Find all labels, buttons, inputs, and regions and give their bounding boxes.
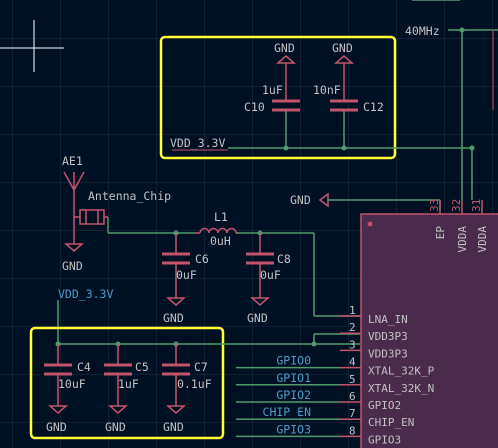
chip-pin1-marker	[367, 221, 373, 227]
chip-pin-name: XTAL_32K_P	[368, 365, 435, 378]
c4-value: 10uF	[58, 377, 86, 391]
c7-value: 0.1uF	[177, 377, 212, 391]
net-label: GPIO2	[276, 388, 311, 402]
gnd-label-c10: GND	[274, 41, 295, 55]
chip-top-pin-name: EP	[434, 226, 447, 240]
c7-ref: C7	[194, 360, 208, 374]
c4-ref: C4	[77, 360, 91, 374]
junction	[341, 145, 347, 151]
vdd-net-label-top: VDD_3.3V	[170, 136, 225, 150]
chip-pin-number: 5	[349, 373, 356, 386]
net-label: GPIO0	[276, 354, 311, 368]
c6-gnd: GND	[163, 311, 184, 325]
chip-pin-name: VDD3P3	[368, 347, 408, 360]
gnd-label-right: GND	[290, 193, 311, 207]
c5-value: 1uF	[118, 377, 139, 391]
gnd-label-c12: GND	[332, 41, 353, 55]
c5-gnd: GND	[105, 420, 126, 434]
c8-ref: C8	[277, 252, 291, 266]
net-label: CHIP_EN	[263, 405, 312, 419]
chip-top-pin-name: VDDA	[456, 226, 469, 253]
chip-pin-number: 8	[349, 424, 356, 437]
c8-gnd: GND	[247, 311, 268, 325]
chip-top-pin-number: 32	[450, 199, 463, 212]
l1-ref: L1	[214, 210, 228, 224]
c4-gnd: GND	[46, 420, 67, 434]
c10-ref: C10	[244, 100, 265, 114]
chip-pin-number: 2	[349, 321, 356, 334]
chip-pin-name: XTAL_32K_N	[368, 382, 434, 395]
chip-top-pin-number: 31	[470, 199, 483, 212]
chip-pin-name: VDD3P3	[368, 330, 408, 343]
antenna-name: Antenna_Chip	[88, 189, 171, 203]
c12-ref: C12	[363, 100, 384, 114]
freq-label: 40MHz	[405, 24, 440, 38]
chip-top-pin-name: VDDA	[476, 226, 489, 253]
chip-pin-name: CHIP_EN	[368, 416, 414, 429]
c5-ref: C5	[135, 360, 149, 374]
chip-pin-name: LNA_IN	[368, 313, 408, 326]
l1-value: 0uH	[210, 234, 231, 248]
c7-gnd: GND	[163, 420, 184, 434]
chip-pin-number: 6	[349, 390, 356, 403]
chip-pin-number: 7	[349, 407, 356, 420]
chip-pin-name: GPIO2	[368, 399, 401, 412]
net-label: GPIO1	[276, 371, 311, 385]
schematic-canvas: 40MHz GND GND 1uF C10 10nF C12 VDD_3.3V	[0, 0, 498, 448]
c10-value: 1uF	[262, 83, 283, 97]
vdd-net-label-left: VDD_3.3V	[58, 287, 113, 301]
c6-ref: C6	[195, 252, 209, 266]
c6-value: 0uF	[176, 268, 197, 282]
chip-pin-number: 3	[349, 338, 356, 351]
chip-top-pin-number: 33	[428, 199, 441, 212]
chip-pin-number: 4	[349, 356, 356, 369]
junction	[283, 145, 289, 151]
chip-pin-number: 1	[349, 304, 356, 317]
net-label: GPIO3	[276, 422, 311, 436]
gnd-label-antenna: GND	[62, 259, 83, 273]
c8-value: 0uF	[260, 268, 281, 282]
chip-pin-name: GPIO3	[368, 433, 401, 446]
c12-value: 10nF	[313, 83, 341, 97]
antenna-ref: AE1	[62, 154, 83, 168]
